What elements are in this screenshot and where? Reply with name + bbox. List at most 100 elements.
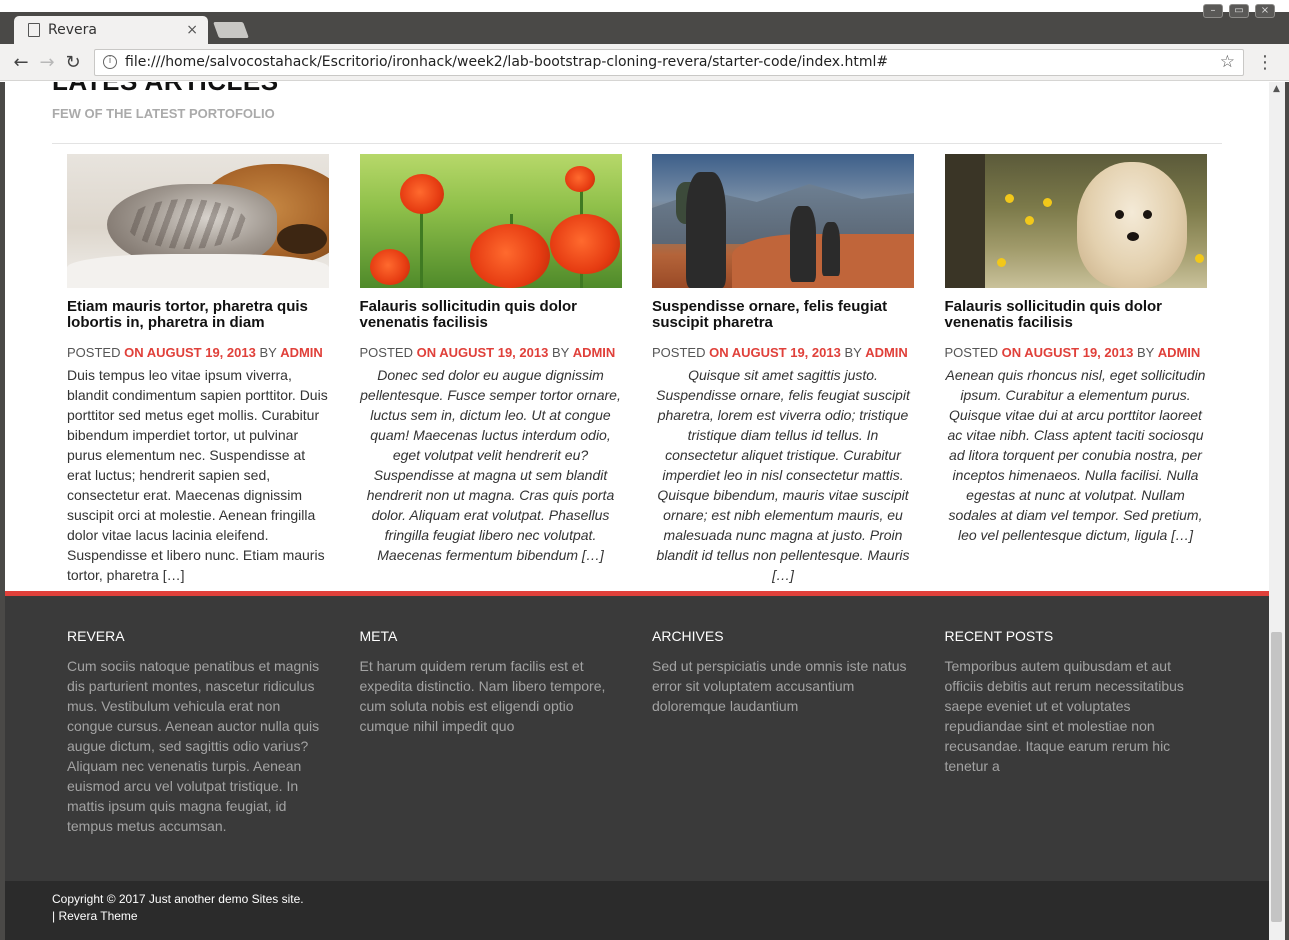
articles-grid: Etiam mauris tortor, pharetra quis lobor… bbox=[67, 154, 1207, 585]
article-image-kitten-puppy[interactable] bbox=[67, 154, 329, 288]
copyright-bar: Copyright © 2017 Just another demo Sites… bbox=[5, 881, 1269, 940]
article-meta: POSTED ON AUGUST 19, 2013 BY ADMIN bbox=[360, 345, 622, 361]
poppy-flower bbox=[549, 214, 620, 274]
article-meta: POSTED ON AUGUST 19, 2013 BY ADMIN bbox=[67, 345, 329, 361]
yellow-flower bbox=[1024, 216, 1034, 225]
copyright-line: Copyright © 2017 Just another demo Sites… bbox=[52, 892, 304, 906]
article-image-puppy[interactable] bbox=[944, 154, 1207, 288]
tab-title: Revera bbox=[48, 22, 97, 38]
page-scrollbar[interactable]: ▲ bbox=[1269, 82, 1285, 940]
meta-date-link[interactable]: ON AUGUST 19, 2013 bbox=[1002, 345, 1134, 360]
footer-heading: RECENT POSTS bbox=[944, 628, 1054, 644]
title-strip bbox=[0, 0, 1289, 12]
meta-by: BY bbox=[551, 345, 570, 360]
meta-date-link[interactable]: ON AUGUST 19, 2013 bbox=[709, 345, 841, 360]
puppy-ear-shape bbox=[277, 224, 327, 254]
footer-column-recent-posts: RECENT POSTS Temporibus autem quibusdam … bbox=[945, 628, 1207, 836]
article-meta: POSTED ON AUGUST 19, 2013 BY ADMIN bbox=[945, 345, 1207, 361]
footer-heading: META bbox=[359, 628, 398, 644]
meta-by: BY bbox=[1136, 345, 1155, 360]
poppy-flower bbox=[564, 166, 595, 192]
article-excerpt: Donec sed dolor eu augue dignissim pelle… bbox=[360, 367, 621, 563]
browser-toolbar: ← → ↻ i file:///home/salvocostahack/Escr… bbox=[0, 44, 1289, 81]
url-text[interactable]: file:///home/salvocostahack/Escritorio/i… bbox=[125, 54, 1220, 70]
scrollbar-thumb[interactable] bbox=[1271, 632, 1282, 922]
address-bar[interactable]: i file:///home/salvocostahack/Escritorio… bbox=[94, 48, 1244, 76]
section-divider bbox=[52, 143, 1222, 144]
puppy-shape bbox=[1076, 162, 1187, 288]
hiker-figure bbox=[686, 172, 726, 288]
new-tab-button[interactable] bbox=[213, 22, 249, 38]
poppy-flower bbox=[369, 249, 410, 285]
footer-heading: REVERA bbox=[67, 628, 125, 644]
poppy-flower bbox=[399, 174, 444, 214]
footer-text: Cum sociis natoque penatibus et magnis d… bbox=[67, 658, 320, 834]
article-title[interactable]: Suspendisse ornare, felis feugiat suscip… bbox=[652, 299, 914, 331]
article-title[interactable]: Etiam mauris tortor, pharetra quis lobor… bbox=[67, 299, 329, 331]
page-icon bbox=[28, 23, 40, 37]
reload-button[interactable]: ↻ bbox=[60, 52, 86, 73]
minimize-window-icon[interactable]: – bbox=[1203, 4, 1223, 18]
footer-text: Temporibus autem quibusdam et aut offici… bbox=[944, 658, 1184, 774]
window-controls: – ▭ × bbox=[1203, 4, 1275, 18]
article-excerpt: Duis tempus leo vitae ipsum viverra, bla… bbox=[67, 367, 328, 583]
article-title[interactable]: Falauris sollicitudin quis dolor venenat… bbox=[945, 299, 1207, 331]
footer-columns: REVERA Cum sociis natoque penatibus et m… bbox=[67, 628, 1207, 836]
yellow-flower bbox=[1194, 254, 1204, 263]
yellow-flower bbox=[1042, 198, 1052, 207]
copyright-text: Copyright © 2017 Just another demo Sites… bbox=[52, 891, 304, 925]
meta-posted: POSTED bbox=[67, 345, 121, 360]
meta-author-link[interactable]: ADMIN bbox=[280, 345, 323, 360]
close-tab-icon[interactable]: × bbox=[186, 22, 198, 38]
bookmark-star-icon[interactable]: ☆ bbox=[1220, 52, 1235, 72]
article-card: Etiam mauris tortor, pharetra quis lobor… bbox=[67, 154, 329, 585]
article-excerpt: Quisque sit amet sagittis justo. Suspend… bbox=[656, 367, 910, 583]
browser-titlebar: Revera × – ▭ × bbox=[0, 0, 1289, 44]
meta-author-link[interactable]: ADMIN bbox=[865, 345, 908, 360]
page-viewport: LATES ARTICLES FEW OF THE LATEST PORTOFO… bbox=[5, 82, 1269, 940]
article-image-hikers[interactable] bbox=[652, 154, 914, 288]
footer-column-meta: META Et harum quidem rerum facilis est e… bbox=[360, 628, 622, 836]
footer-column-archives: ARCHIVES Sed ut perspiciatis unde omnis … bbox=[652, 628, 914, 836]
puppy-eye bbox=[1142, 210, 1152, 219]
article-image-poppies[interactable] bbox=[359, 154, 622, 288]
forward-button[interactable]: → bbox=[34, 52, 60, 73]
puppy-eye bbox=[1114, 210, 1124, 219]
meta-posted: POSTED bbox=[944, 345, 998, 360]
browser-menu-icon[interactable]: ⋮ bbox=[1256, 52, 1274, 73]
site-footer: REVERA Cum sociis natoque penatibus et m… bbox=[5, 591, 1269, 881]
meta-by: BY bbox=[259, 345, 277, 360]
footer-text: Et harum quidem rerum facilis est et exp… bbox=[359, 658, 606, 734]
scroll-up-arrow-icon[interactable]: ▲ bbox=[1273, 84, 1280, 94]
blanket-shape bbox=[67, 254, 329, 288]
back-button[interactable]: ← bbox=[8, 52, 34, 73]
browser-tab[interactable]: Revera × bbox=[14, 16, 208, 44]
restore-window-icon[interactable]: ▭ bbox=[1229, 4, 1249, 18]
article-excerpt: Aenean quis rhoncus nisl, eget sollicitu… bbox=[945, 367, 1206, 543]
theme-link[interactable]: | Revera Theme bbox=[52, 908, 304, 925]
footer-heading: ARCHIVES bbox=[652, 628, 724, 644]
meta-date-link[interactable]: ON AUGUST 19, 2013 bbox=[124, 345, 256, 360]
meta-by: BY bbox=[844, 345, 862, 360]
footer-text: Sed ut perspiciatis unde omnis iste natu… bbox=[652, 658, 907, 714]
meta-posted: POSTED bbox=[359, 345, 413, 360]
close-window-icon[interactable]: × bbox=[1255, 4, 1275, 18]
meta-date-link[interactable]: ON AUGUST 19, 2013 bbox=[417, 345, 549, 360]
meta-author-link[interactable]: ADMIN bbox=[1158, 345, 1201, 360]
puppy-nose bbox=[1126, 232, 1139, 241]
hiker-figure bbox=[790, 206, 816, 282]
section-subtitle: FEW OF THE LATEST PORTOFOLIO bbox=[52, 106, 275, 121]
section-title: LATES ARTICLES bbox=[52, 82, 279, 97]
info-icon[interactable]: i bbox=[103, 55, 117, 69]
article-meta: POSTED ON AUGUST 19, 2013 BY ADMIN bbox=[652, 345, 914, 361]
article-card: Suspendisse ornare, felis feugiat suscip… bbox=[652, 154, 914, 585]
meta-author-link[interactable]: ADMIN bbox=[573, 345, 616, 360]
article-title[interactable]: Falauris sollicitudin quis dolor venenat… bbox=[360, 299, 622, 331]
kitten-stripes bbox=[127, 199, 247, 249]
yellow-flower bbox=[1004, 194, 1014, 203]
hiker-figure bbox=[822, 222, 840, 276]
yellow-flower bbox=[996, 258, 1006, 267]
article-card: Falauris sollicitudin quis dolor venenat… bbox=[359, 154, 622, 585]
window-border-right bbox=[1285, 82, 1289, 940]
footer-column-revera: REVERA Cum sociis natoque penatibus et m… bbox=[67, 628, 329, 836]
